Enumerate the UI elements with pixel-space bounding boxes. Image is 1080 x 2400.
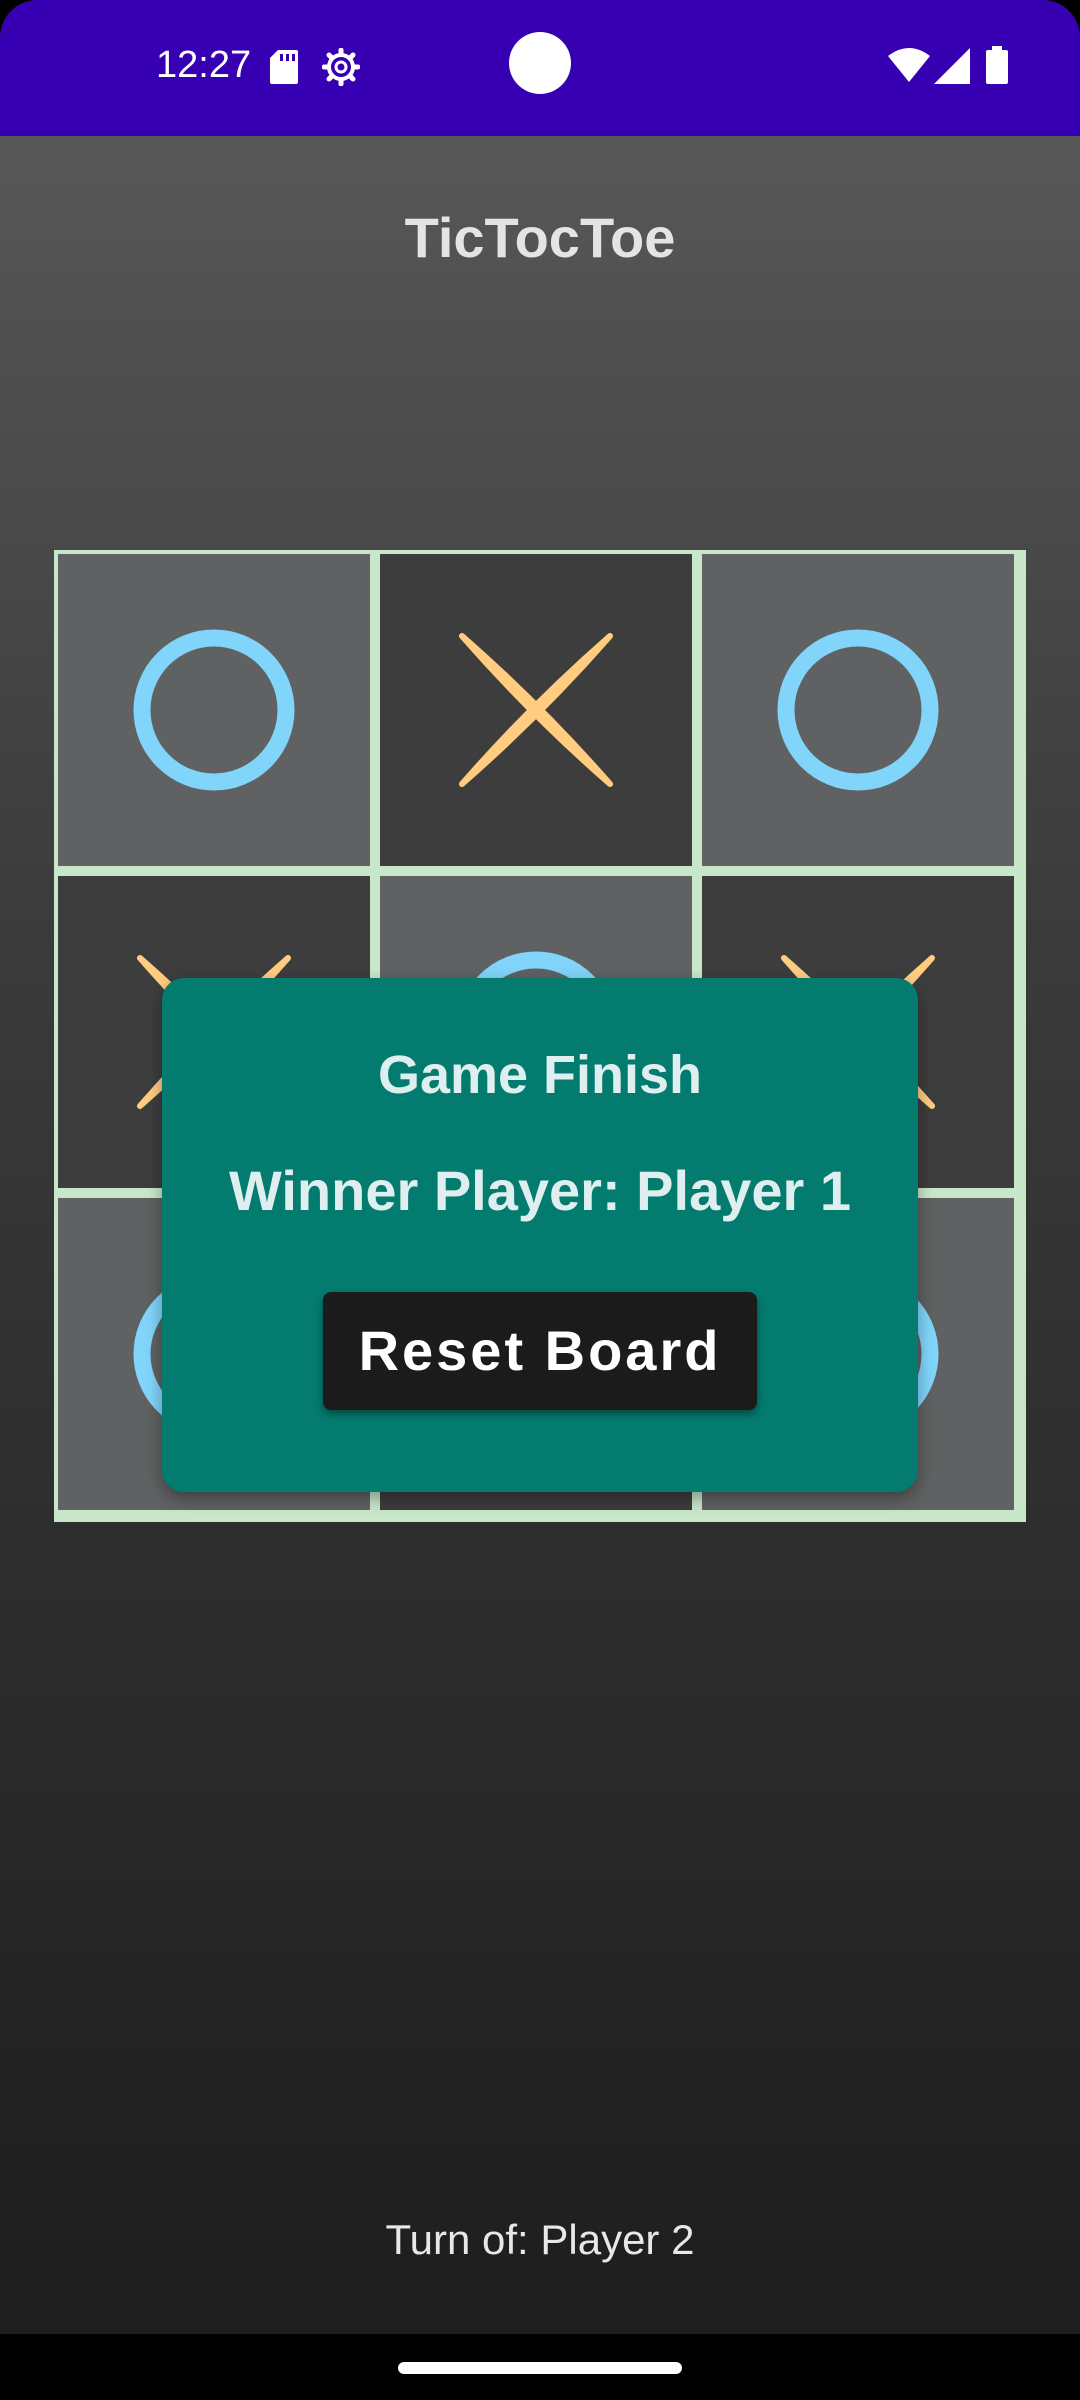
board-cell-0-0[interactable]: [58, 554, 370, 866]
wifi-icon: [888, 48, 930, 82]
status-bar: 12:27: [0, 0, 1080, 136]
home-handle[interactable]: [398, 2362, 682, 2374]
reset-board-button[interactable]: Reset Board: [323, 1292, 757, 1410]
turn-indicator: Turn of: Player 2: [385, 2216, 695, 2263]
app-title: TicTocToe: [404, 206, 676, 269]
winner-message: Winner Player: Player 1: [228, 1159, 851, 1222]
app-screen: 12:27 TicTocToe Game Finish Winner Playe…: [0, 0, 1080, 2400]
sd-card-icon: [270, 50, 298, 84]
board-cell-0-2[interactable]: [702, 554, 1014, 866]
x-mark-icon: [459, 633, 613, 787]
game-finish-dialog: Game Finish Winner Player: Player 1 Rese…: [162, 978, 918, 1492]
gear-icon: [322, 48, 360, 86]
dialog-title: Game Finish: [377, 1045, 703, 1105]
o-mark-icon: [133, 629, 295, 791]
board-cell-0-1[interactable]: [380, 554, 692, 866]
battery-icon: [986, 46, 1008, 84]
signal-icon: [934, 48, 970, 84]
o-mark-icon: [777, 629, 939, 791]
camera-cutout: [509, 32, 571, 94]
status-time: 12:27: [156, 44, 252, 86]
